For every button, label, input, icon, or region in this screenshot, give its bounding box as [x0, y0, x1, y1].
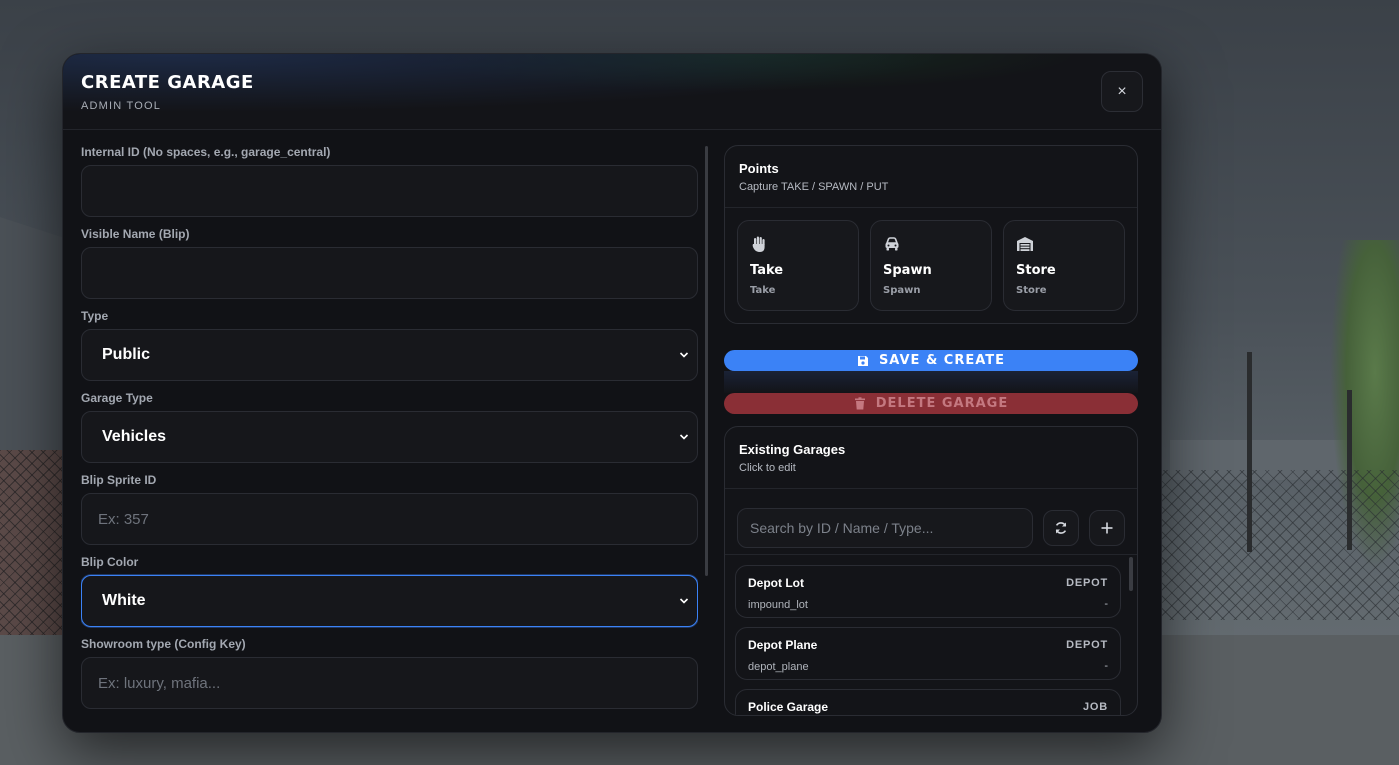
button-spacer — [724, 371, 1138, 393]
chevron-down-icon — [679, 598, 689, 604]
close-button[interactable]: × — [1101, 71, 1143, 112]
modal-header: CREATE GARAGE ADMIN TOOL × — [63, 54, 1161, 130]
form-scrollbar[interactable] — [705, 146, 708, 576]
existing-garages-panel: Existing Garages Click to edit Search by… — [724, 426, 1138, 716]
type-value: Public — [102, 346, 151, 363]
utility-pole — [1347, 390, 1352, 550]
point-card-spawn[interactable]: Spawn Spawn — [870, 220, 992, 311]
car-icon — [885, 237, 899, 251]
point-store-key: Store — [1016, 285, 1047, 296]
point-card-store[interactable]: Store Store — [1003, 220, 1125, 311]
visible-name-label: Visible Name (Blip) — [81, 227, 190, 241]
garage-form: Internal ID (No spaces, e.g., garage_cen… — [81, 140, 698, 715]
point-card-take[interactable]: Take Take — [737, 220, 859, 311]
showroom-type-label: Showroom type (Config Key) — [81, 637, 246, 651]
trash-icon — [854, 397, 865, 410]
garage-extra: - — [1104, 660, 1108, 672]
garage-item[interactable]: Police Garage JOB — [735, 689, 1121, 715]
add-garage-button[interactable] — [1089, 509, 1125, 546]
delete-garage-label: DELETE GARAGE — [875, 396, 1009, 411]
garage-type-value: Vehicles — [102, 428, 167, 445]
points-header: Points Capture TAKE / SPAWN / PUT — [725, 146, 1137, 208]
garage-type-select[interactable]: Vehicles — [81, 411, 698, 463]
garage-type-badge: JOB — [1082, 701, 1108, 713]
warehouse-icon — [1017, 237, 1033, 251]
create-garage-modal: CREATE GARAGE ADMIN TOOL × Internal ID (… — [62, 53, 1162, 733]
modal-subtitle: ADMIN TOOL — [81, 100, 162, 112]
point-take-key: Take — [750, 285, 776, 296]
garage-list: Depot Lot impound_lot DEPOT - Depot Plan… — [725, 555, 1137, 715]
plus-icon — [1101, 522, 1113, 533]
showroom-type-input[interactable]: Ex: luxury, mafia... — [81, 657, 698, 709]
delete-garage-button[interactable]: DELETE GARAGE — [724, 393, 1138, 414]
refresh-button[interactable] — [1043, 509, 1079, 546]
point-spawn-key: Spawn — [883, 285, 921, 296]
blip-color-select[interactable]: White — [81, 575, 698, 627]
internal-id-label: Internal ID (No spaces, e.g., garage_cen… — [81, 145, 331, 159]
points-panel: Points Capture TAKE / SPAWN / PUT Take T… — [724, 145, 1138, 324]
points-title: Points — [739, 161, 779, 176]
internal-id-input[interactable] — [81, 165, 698, 217]
floppy-disk-icon — [857, 355, 868, 366]
points-subtitle: Capture TAKE / SPAWN / PUT — [739, 181, 889, 193]
garage-id: depot_plane — [748, 661, 809, 673]
showroom-type-placeholder: Ex: luxury, mafia... — [98, 674, 221, 692]
blip-color-label: Blip Color — [81, 555, 139, 569]
garage-search-input[interactable] — [737, 507, 1033, 548]
visible-name-input[interactable] — [81, 247, 698, 299]
garage-id: impound_lot — [748, 599, 808, 611]
hand-icon — [752, 236, 765, 252]
garage-list-scrollbar[interactable] — [1129, 557, 1133, 591]
garages-header: Existing Garages Click to edit — [725, 427, 1137, 489]
refresh-icon — [1055, 521, 1067, 534]
garage-name: Depot Lot — [748, 576, 804, 590]
chevron-down-icon — [679, 434, 689, 440]
close-icon: × — [1117, 82, 1127, 100]
point-spawn-name: Spawn — [883, 263, 932, 278]
garage-type-badge: DEPOT — [1066, 639, 1108, 651]
type-select[interactable]: Public — [81, 329, 698, 381]
garage-type-badge: DEPOT — [1066, 577, 1108, 589]
blip-sprite-placeholder: Ex: 357 — [98, 510, 149, 528]
save-create-button[interactable]: SAVE & CREATE — [724, 350, 1138, 371]
garage-search-row — [725, 489, 1137, 555]
point-cards: Take Take Spawn Spawn Store Store — [725, 208, 1137, 311]
blip-sprite-label: Blip Sprite ID — [81, 473, 157, 487]
type-label: Type — [81, 309, 109, 323]
blip-sprite-input[interactable]: Ex: 357 — [81, 493, 698, 545]
garages-title: Existing Garages — [739, 442, 846, 457]
garage-type-label: Garage Type — [81, 391, 153, 405]
chevron-down-icon — [679, 352, 689, 358]
point-store-name: Store — [1016, 263, 1056, 278]
garage-name: Police Garage — [748, 700, 829, 714]
right-column: Points Capture TAKE / SPAWN / PUT Take T… — [724, 145, 1138, 716]
garage-item[interactable]: Depot Plane depot_plane DEPOT - — [735, 627, 1121, 680]
garage-item[interactable]: Depot Lot impound_lot DEPOT - — [735, 565, 1121, 618]
blip-color-value: White — [102, 592, 146, 609]
save-create-label: SAVE & CREATE — [878, 353, 1006, 368]
background-fence — [1160, 470, 1399, 620]
garages-subtitle: Click to edit — [739, 462, 796, 474]
utility-pole — [1247, 352, 1252, 552]
garage-extra: - — [1104, 598, 1108, 610]
garage-name: Depot Plane — [748, 638, 818, 652]
point-take-name: Take — [750, 263, 784, 278]
modal-title: CREATE GARAGE — [81, 72, 254, 93]
